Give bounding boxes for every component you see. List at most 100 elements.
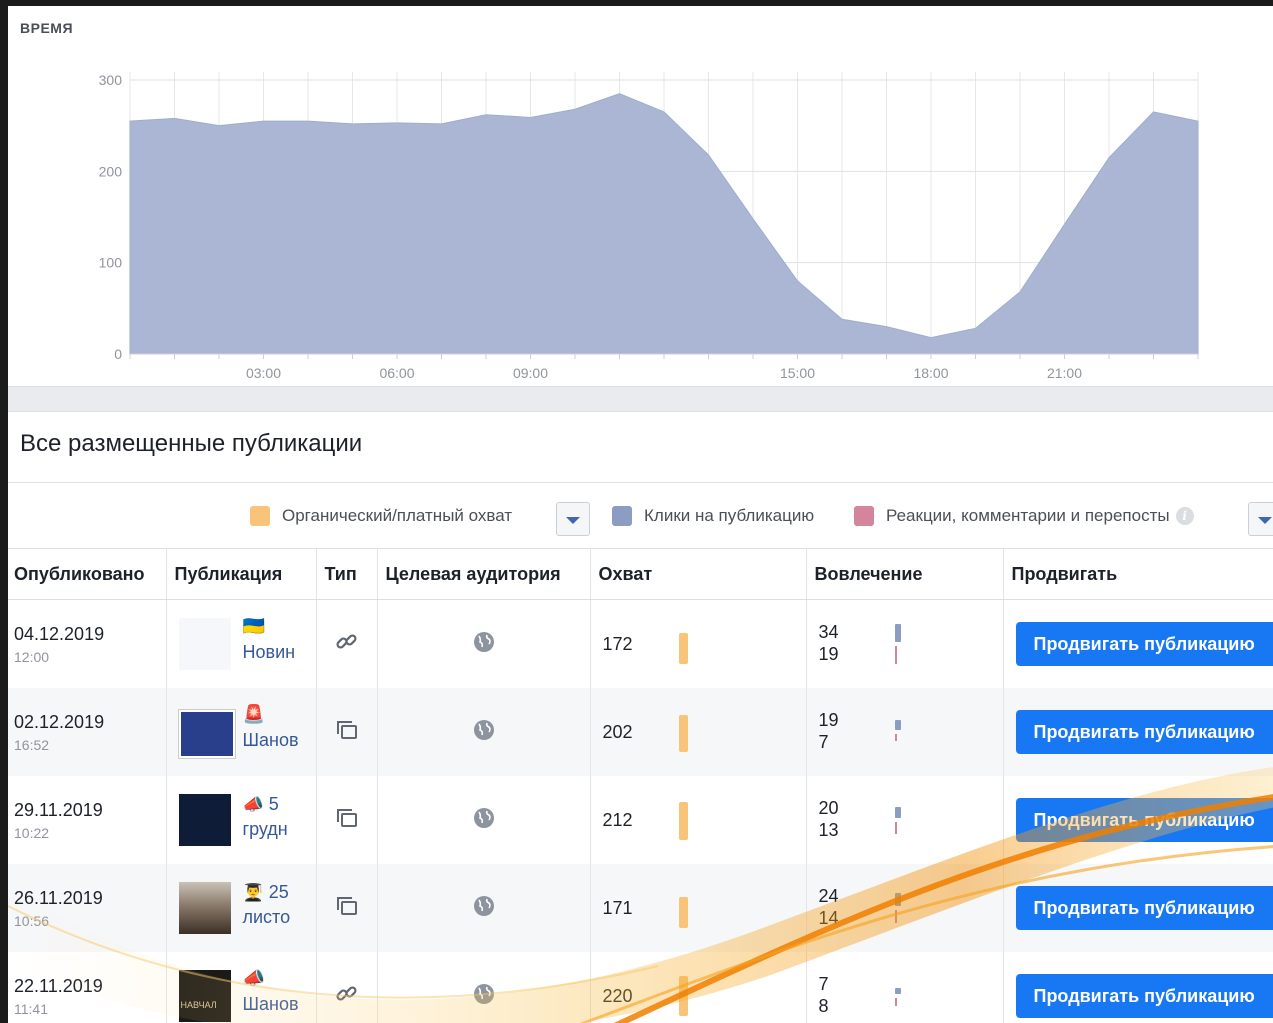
audience-cell — [377, 864, 591, 952]
reach-cell: 202 — [590, 688, 807, 776]
chevron-down-icon — [1258, 517, 1272, 524]
data-point — [485, 114, 487, 116]
y-tick-label: 200 — [99, 163, 123, 179]
data-point — [886, 326, 887, 328]
album-icon — [334, 896, 360, 923]
x-tick-label: 06:00 — [379, 365, 414, 381]
column-header-post[interactable]: Публикация — [166, 548, 317, 600]
legend-reach[interactable]: Органический/платный охват — [250, 502, 512, 530]
table-row[interactable]: 26.11.2019 10:56 👨‍🎓 25 листо 171 24 14 Продвиг… — [8, 864, 1273, 952]
post-preview-text[interactable]: Шанов — [243, 730, 299, 751]
globe-icon — [472, 895, 496, 922]
data-point — [352, 123, 353, 125]
post-preview-text[interactable]: Шанов — [243, 994, 299, 1015]
album-icon — [334, 720, 360, 747]
promote-post-button[interactable]: Продвигать публикацию — [1015, 886, 1273, 930]
type-cell — [316, 599, 378, 688]
legend-reactions-swatch — [854, 506, 874, 526]
post-thumbnail[interactable] — [178, 618, 231, 670]
data-point — [218, 125, 220, 127]
series-area — [129, 93, 1199, 355]
post-thumbnail[interactable]: НАВЧАЛ — [178, 970, 231, 1022]
reach-value: 171 — [602, 898, 633, 918]
data-point — [263, 120, 264, 122]
promote-cell: Продвигать публикацию — [1003, 952, 1273, 1023]
publish-time: 10:22 — [14, 824, 50, 841]
reach-cell: 171 — [590, 864, 807, 952]
legend-clicks[interactable]: Клики на публикацию — [612, 502, 814, 530]
post-text-line1: 25 — [268, 882, 289, 902]
reactions-bar — [894, 998, 897, 1006]
info-icon[interactable]: i — [1175, 507, 1194, 525]
y-tick-label: 100 — [99, 255, 123, 271]
reach-value: 172 — [602, 634, 633, 654]
section-divider — [8, 386, 1273, 412]
promote-post-button[interactable]: Продвигать публикацию — [1015, 974, 1273, 1018]
legend-reactions-label: Реакции, комментарии и перепосты — [886, 506, 1170, 525]
clicks-value: 20 — [818, 798, 839, 818]
clicks-value: 24 — [818, 886, 839, 906]
engagement-metric-dropdown[interactable] — [1248, 502, 1273, 536]
reactions-value: 8 — [818, 996, 829, 1016]
audience-cell — [377, 688, 591, 776]
post-cell[interactable]: 🚨 Шанов — [166, 688, 317, 776]
legend-reach-label: Органический/платный охват — [282, 506, 513, 525]
legend-reach-swatch — [250, 506, 270, 526]
table-row[interactable]: 29.11.2019 10:22 📣 5 грудн 212 20 13 Продвигать… — [8, 776, 1273, 864]
post-preview-text[interactable]: Новин — [243, 642, 296, 663]
metrics-legend: Органический/платный охват Клики на публ… — [8, 502, 1273, 542]
chevron-down-icon — [566, 517, 580, 524]
post-cell[interactable]: 🇺🇦 Новин — [166, 599, 317, 688]
post-thumbnail[interactable] — [178, 706, 235, 758]
y-tick-label: 300 — [99, 72, 123, 88]
published-cell: 04.12.2019 12:00 — [8, 599, 167, 688]
data-point — [307, 120, 309, 122]
post-thumbnail[interactable] — [178, 882, 231, 934]
table-row[interactable]: 22.11.2019 11:41 НАВЧАЛ 📣 Шанов 220 7 8 Продвига… — [8, 952, 1273, 1023]
data-point — [1019, 291, 1021, 293]
post-cell[interactable]: 👨‍🎓 25 листо — [166, 864, 317, 952]
x-tick-label: 21:00 — [1047, 365, 1082, 381]
reach-cell: 220 — [590, 952, 807, 1023]
promote-cell: Продвигать публикацию — [1003, 599, 1273, 688]
publish-time: 11:41 — [14, 1000, 48, 1017]
data-point — [574, 108, 576, 110]
reach-metric-dropdown[interactable] — [556, 502, 590, 536]
promote-post-button[interactable]: Продвигать публикацию — [1015, 798, 1273, 842]
published-cell: 02.12.2019 16:52 — [8, 688, 167, 776]
post-text-line2: листо — [242, 907, 291, 927]
audience-cell — [377, 599, 591, 688]
promote-post-button[interactable]: Продвигать публикацию — [1015, 710, 1273, 754]
post-emoji: 📣 — [242, 968, 265, 988]
legend-reactions[interactable]: Реакции, комментарии и перепосты i — [854, 502, 1194, 530]
reactions-bar — [894, 910, 897, 923]
table-row[interactable]: 04.12.2019 12:00 🇺🇦 Новин 172 34 19 Продвигать … — [8, 599, 1273, 688]
post-preview-text[interactable]: 📣 5 грудн — [243, 792, 313, 841]
data-point — [619, 93, 620, 95]
column-header-reach[interactable]: Охват — [590, 548, 807, 600]
x-tick-label: 18:00 — [913, 365, 948, 381]
reach-cell: 212 — [590, 776, 807, 864]
data-point — [174, 117, 175, 119]
posts-table: Опубликовано Публикация Тип Целевая ауди… — [8, 548, 1273, 1023]
engagement-cell: 78 — [806, 952, 1004, 1023]
column-header-published[interactable]: Опубликовано — [8, 548, 167, 600]
reactions-bar — [894, 734, 897, 741]
column-header-engagement[interactable]: Вовлечение — [806, 548, 1004, 600]
column-header-type[interactable]: Тип — [316, 548, 378, 600]
engagement-cell: 34 19 — [806, 599, 1004, 688]
post-thumbnail[interactable] — [178, 794, 231, 846]
clicks-value: 34 — [818, 622, 839, 642]
post-emoji: 🚨 — [242, 704, 265, 724]
engagement-cell: 19 7 — [806, 688, 1004, 776]
reach-bar — [678, 802, 688, 840]
promote-cell: Продвигать публикацию — [1003, 864, 1273, 952]
table-row[interactable]: 02.12.2019 16:52 🚨 Шанов 202 19 7 Продвигать пу… — [8, 688, 1273, 776]
post-cell[interactable]: НАВЧАЛ 📣 Шанов — [166, 952, 317, 1023]
post-preview-text[interactable]: 👨‍🎓 25 листо — [243, 880, 313, 929]
post-cell[interactable]: 📣 5 грудн — [166, 776, 317, 864]
column-header-audience[interactable]: Целевая аудитория — [377, 548, 591, 600]
publish-date: 02.12.2019 — [14, 711, 105, 732]
promote-post-button[interactable]: Продвигать публикацию — [1015, 622, 1273, 666]
column-header-promote[interactable]: Продвигать — [1003, 548, 1273, 600]
